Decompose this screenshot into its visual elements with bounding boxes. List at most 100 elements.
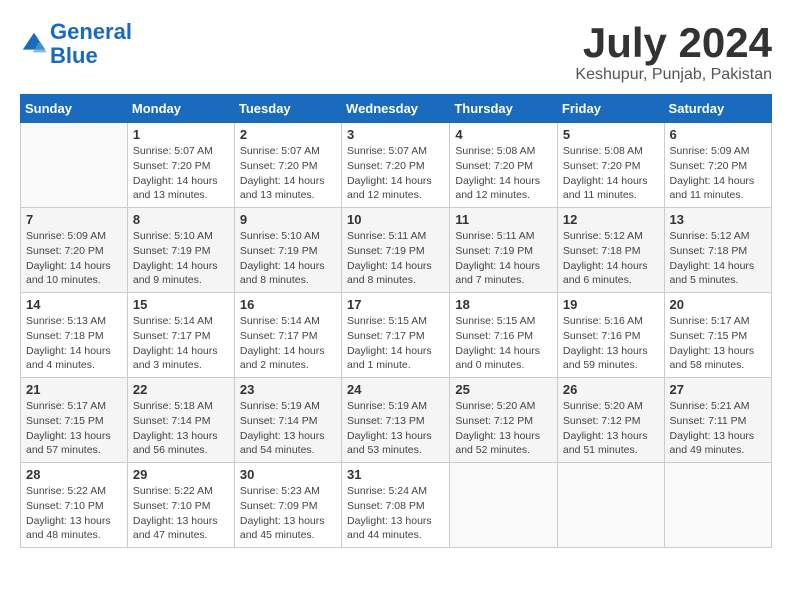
weekday-header-friday: Friday bbox=[557, 95, 664, 123]
day-number: 12 bbox=[563, 212, 659, 227]
day-info: Sunrise: 5:10 AMSunset: 7:19 PMDaylight:… bbox=[240, 229, 336, 288]
calendar-cell: 17 Sunrise: 5:15 AMSunset: 7:17 PMDayligh… bbox=[342, 293, 450, 378]
calendar-cell: 31 Sunrise: 5:24 AMSunset: 7:08 PMDayligh… bbox=[342, 463, 450, 548]
weekday-header-sunday: Sunday bbox=[21, 95, 128, 123]
day-info: Sunrise: 5:20 AMSunset: 7:12 PMDaylight:… bbox=[455, 399, 552, 458]
day-number: 6 bbox=[670, 127, 766, 142]
week-row-4: 21 Sunrise: 5:17 AMSunset: 7:15 PMDayligh… bbox=[21, 378, 772, 463]
calendar-cell: 15Sunrise: 5:14 AMSunset: 7:17 PMDayligh… bbox=[127, 293, 234, 378]
day-info: Sunrise: 5:07 AMSunset: 7:20 PMDaylight:… bbox=[133, 144, 229, 203]
day-number: 11 bbox=[455, 212, 552, 227]
calendar-cell: 22 Sunrise: 5:18 AMSunset: 7:14 PMDayligh… bbox=[127, 378, 234, 463]
day-number: 9 bbox=[240, 212, 336, 227]
day-info: Sunrise: 5:19 AMSunset: 7:13 PMDaylight:… bbox=[347, 399, 444, 458]
week-row-3: 14 Sunrise: 5:13 AMSunset: 7:18 PMDayligh… bbox=[21, 293, 772, 378]
day-info: Sunrise: 5:22 AMSunset: 7:10 PMDaylight:… bbox=[133, 484, 229, 543]
calendar-cell bbox=[664, 463, 771, 548]
day-number: 29 bbox=[133, 467, 229, 482]
day-info: Sunrise: 5:19 AMSunset: 7:14 PMDaylight:… bbox=[240, 399, 336, 458]
calendar-cell: 23 Sunrise: 5:19 AMSunset: 7:14 PMDayligh… bbox=[234, 378, 341, 463]
day-number: 24 bbox=[347, 382, 444, 397]
header-row: SundayMondayTuesdayWednesdayThursdayFrid… bbox=[21, 95, 772, 123]
day-number: 17 bbox=[347, 297, 444, 312]
calendar-cell: 12Sunrise: 5:12 AMSunset: 7:18 PMDayligh… bbox=[557, 208, 664, 293]
logo-text: GeneralBlue bbox=[50, 20, 132, 68]
day-number: 18 bbox=[455, 297, 552, 312]
day-info: Sunrise: 5:15 AMSunset: 7:16 PMDaylight:… bbox=[455, 314, 552, 373]
week-row-5: 28 Sunrise: 5:22 AMSunset: 7:10 PMDayligh… bbox=[21, 463, 772, 548]
day-info: Sunrise: 5:23 AMSunset: 7:09 PMDaylight:… bbox=[240, 484, 336, 543]
day-info: Sunrise: 5:12 AMSunset: 7:18 PMDaylight:… bbox=[670, 229, 766, 288]
day-number: 22 bbox=[133, 382, 229, 397]
day-info: Sunrise: 5:16 AMSunset: 7:16 PMDaylight:… bbox=[563, 314, 659, 373]
day-number: 2 bbox=[240, 127, 336, 142]
day-number: 8 bbox=[133, 212, 229, 227]
calendar-cell: 13 Sunrise: 5:12 AMSunset: 7:18 PMDayligh… bbox=[664, 208, 771, 293]
day-number: 10 bbox=[347, 212, 444, 227]
calendar-cell: 25 Sunrise: 5:20 AMSunset: 7:12 PMDayligh… bbox=[450, 378, 558, 463]
calendar-cell: 20Sunrise: 5:17 AMSunset: 7:15 PMDayligh… bbox=[664, 293, 771, 378]
day-info: Sunrise: 5:09 AMSunset: 7:20 PMDaylight:… bbox=[26, 229, 122, 288]
calendar-cell: 24 Sunrise: 5:19 AMSunset: 7:13 PMDayligh… bbox=[342, 378, 450, 463]
day-number: 27 bbox=[670, 382, 766, 397]
month-title: July 2024 bbox=[575, 20, 772, 66]
calendar-cell bbox=[450, 463, 558, 548]
day-info: Sunrise: 5:21 AMSunset: 7:11 PMDaylight:… bbox=[670, 399, 766, 458]
calendar-cell: 6Sunrise: 5:09 AMSunset: 7:20 PMDaylight… bbox=[664, 123, 771, 208]
calendar-cell: 21 Sunrise: 5:17 AMSunset: 7:15 PMDayligh… bbox=[21, 378, 128, 463]
day-number: 13 bbox=[670, 212, 766, 227]
day-info: Sunrise: 5:15 AMSunset: 7:17 PMDaylight:… bbox=[347, 314, 444, 373]
page-header: GeneralBlue July 2024 Keshupur, Punjab, … bbox=[20, 20, 772, 84]
day-info: Sunrise: 5:13 AMSunset: 7:18 PMDaylight:… bbox=[26, 314, 122, 373]
day-number: 28 bbox=[26, 467, 122, 482]
day-number: 7 bbox=[26, 212, 122, 227]
calendar-cell bbox=[21, 123, 128, 208]
day-number: 1 bbox=[133, 127, 229, 142]
day-number: 25 bbox=[455, 382, 552, 397]
day-info: Sunrise: 5:11 AMSunset: 7:19 PMDaylight:… bbox=[455, 229, 552, 288]
calendar-cell: 30 Sunrise: 5:23 AMSunset: 7:09 PMDayligh… bbox=[234, 463, 341, 548]
day-info: Sunrise: 5:24 AMSunset: 7:08 PMDaylight:… bbox=[347, 484, 444, 543]
calendar-cell: 8Sunrise: 5:10 AMSunset: 7:19 PMDaylight… bbox=[127, 208, 234, 293]
calendar-cell: 5 Sunrise: 5:08 AMSunset: 7:20 PMDaylight… bbox=[557, 123, 664, 208]
day-info: Sunrise: 5:07 AMSunset: 7:20 PMDaylight:… bbox=[240, 144, 336, 203]
day-number: 5 bbox=[563, 127, 659, 142]
calendar-table: SundayMondayTuesdayWednesdayThursdayFrid… bbox=[20, 94, 772, 548]
day-number: 16 bbox=[240, 297, 336, 312]
weekday-header-monday: Monday bbox=[127, 95, 234, 123]
day-number: 26 bbox=[563, 382, 659, 397]
weekday-header-saturday: Saturday bbox=[664, 95, 771, 123]
logo-icon bbox=[20, 30, 48, 58]
day-number: 14 bbox=[26, 297, 122, 312]
day-info: Sunrise: 5:18 AMSunset: 7:14 PMDaylight:… bbox=[133, 399, 229, 458]
day-number: 23 bbox=[240, 382, 336, 397]
calendar-cell: 26Sunrise: 5:20 AMSunset: 7:12 PMDayligh… bbox=[557, 378, 664, 463]
calendar-cell: 16 Sunrise: 5:14 AMSunset: 7:17 PMDayligh… bbox=[234, 293, 341, 378]
day-number: 4 bbox=[455, 127, 552, 142]
location-subtitle: Keshupur, Punjab, Pakistan bbox=[575, 66, 772, 84]
calendar-cell: 19 Sunrise: 5:16 AMSunset: 7:16 PMDayligh… bbox=[557, 293, 664, 378]
weekday-header-thursday: Thursday bbox=[450, 95, 558, 123]
week-row-2: 7 Sunrise: 5:09 AMSunset: 7:20 PMDaylight… bbox=[21, 208, 772, 293]
calendar-cell: 7 Sunrise: 5:09 AMSunset: 7:20 PMDaylight… bbox=[21, 208, 128, 293]
day-info: Sunrise: 5:14 AMSunset: 7:17 PMDaylight:… bbox=[240, 314, 336, 373]
calendar-cell bbox=[557, 463, 664, 548]
day-info: Sunrise: 5:08 AMSunset: 7:20 PMDaylight:… bbox=[563, 144, 659, 203]
weekday-header-wednesday: Wednesday bbox=[342, 95, 450, 123]
day-number: 19 bbox=[563, 297, 659, 312]
calendar-cell: 10 Sunrise: 5:11 AMSunset: 7:19 PMDayligh… bbox=[342, 208, 450, 293]
day-number: 21 bbox=[26, 382, 122, 397]
calendar-cell: 9 Sunrise: 5:10 AMSunset: 7:19 PMDaylight… bbox=[234, 208, 341, 293]
day-info: Sunrise: 5:11 AMSunset: 7:19 PMDaylight:… bbox=[347, 229, 444, 288]
day-info: Sunrise: 5:07 AMSunset: 7:20 PMDaylight:… bbox=[347, 144, 444, 203]
day-info: Sunrise: 5:17 AMSunset: 7:15 PMDaylight:… bbox=[26, 399, 122, 458]
day-number: 15 bbox=[133, 297, 229, 312]
day-number: 20 bbox=[670, 297, 766, 312]
day-number: 3 bbox=[347, 127, 444, 142]
calendar-cell: 1 Sunrise: 5:07 AMSunset: 7:20 PMDaylight… bbox=[127, 123, 234, 208]
calendar-cell: 28Sunrise: 5:22 AMSunset: 7:10 PMDayligh… bbox=[21, 463, 128, 548]
day-number: 30 bbox=[240, 467, 336, 482]
logo: GeneralBlue bbox=[20, 20, 132, 68]
day-number: 31 bbox=[347, 467, 444, 482]
week-row-1: 1 Sunrise: 5:07 AMSunset: 7:20 PMDaylight… bbox=[21, 123, 772, 208]
